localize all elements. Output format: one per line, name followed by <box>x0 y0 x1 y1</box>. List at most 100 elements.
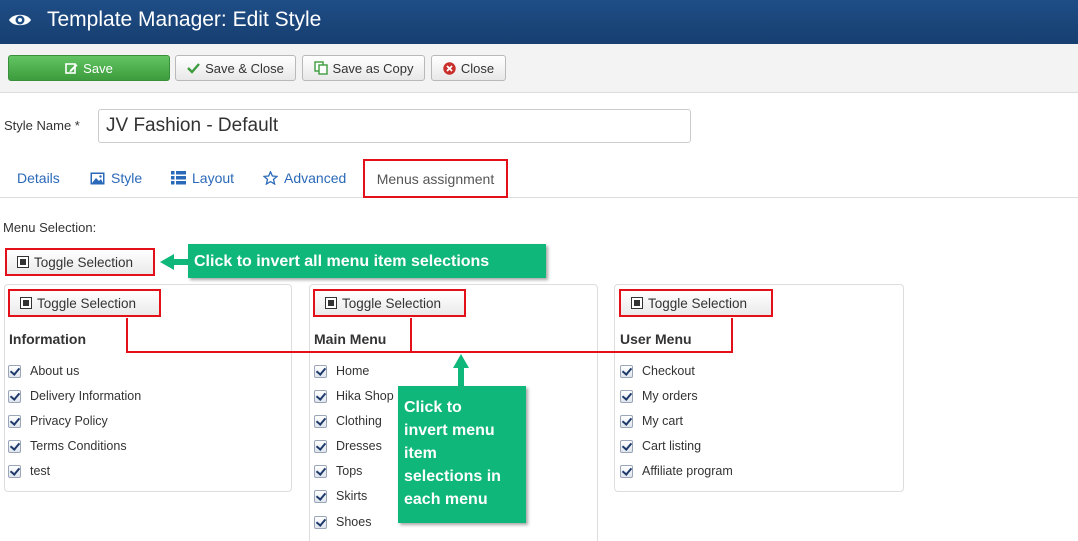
tab-details-label: Details <box>17 170 60 186</box>
close-label: Close <box>460 60 495 76</box>
toggle-square-icon <box>325 297 337 309</box>
image-icon <box>90 172 105 184</box>
style-name-input[interactable] <box>98 109 691 143</box>
checkbox[interactable] <box>314 364 327 378</box>
toggle-user-menu-button[interactable]: Toggle Selection <box>619 289 773 317</box>
list-item[interactable]: Checkout <box>620 364 695 378</box>
list-item[interactable]: Skirts <box>314 489 367 503</box>
tab-advanced[interactable]: Advanced <box>263 170 346 186</box>
checkbox[interactable] <box>8 464 21 478</box>
list-item[interactable]: Privacy Policy <box>8 414 108 428</box>
toggle-square-icon <box>17 256 29 268</box>
tab-layout[interactable]: Layout <box>171 170 234 186</box>
list-item[interactable]: Affiliate program <box>620 464 733 478</box>
toggle-information-label: Toggle Selection <box>37 295 137 311</box>
checkbox[interactable] <box>620 464 633 478</box>
list-item[interactable]: Clothing <box>314 414 382 428</box>
save-label: Save <box>83 60 113 76</box>
tab-bar: Details Style Layout Advanced <box>0 156 1078 198</box>
page-title: Template Manager: Edit Style <box>47 8 322 31</box>
toggle-information-button[interactable]: Toggle Selection <box>8 289 161 317</box>
checkbox[interactable] <box>620 389 633 403</box>
checkbox[interactable] <box>314 389 327 403</box>
style-name-label: Style Name * <box>4 118 80 133</box>
checkbox[interactable] <box>314 439 327 453</box>
item-label: Skirts <box>336 489 368 503</box>
item-label: My orders <box>642 389 698 403</box>
copy-icon <box>313 61 328 75</box>
item-label: About us <box>30 364 80 378</box>
item-label: Dresses <box>336 439 382 453</box>
checkbox[interactable] <box>8 439 21 453</box>
item-label: Privacy Policy <box>30 414 108 428</box>
callout-line: selections in <box>404 468 501 485</box>
arrow-left-icon <box>160 254 190 270</box>
item-label: Shoes <box>336 515 372 529</box>
item-label: Tops <box>336 464 363 478</box>
callout-line: invert menu <box>404 422 495 439</box>
edit-icon <box>65 62 78 74</box>
save-button[interactable]: Save <box>8 55 170 81</box>
item-label: My cart <box>642 414 683 428</box>
menu-title-user-menu: User Menu <box>620 331 692 347</box>
close-button[interactable]: Close <box>431 55 506 81</box>
callout-line: each menu <box>404 491 488 508</box>
save-close-button[interactable]: Save & Close <box>175 55 296 81</box>
tab-menus-assignment[interactable]: Menus assignment <box>363 159 508 198</box>
toggle-main-menu-label: Toggle Selection <box>342 295 442 311</box>
callout-toggle-all: Click to invert all menu item selections <box>188 244 546 278</box>
tab-advanced-label: Advanced <box>284 170 347 186</box>
toggle-square-icon <box>631 297 643 309</box>
list-item[interactable]: About us <box>8 364 79 378</box>
header-bar: Template Manager: Edit Style <box>0 0 1078 44</box>
eye-icon <box>9 14 31 26</box>
checkbox[interactable] <box>8 364 21 378</box>
toolbar: Save Save & Close Save as Copy Close <box>0 44 1078 93</box>
list-item[interactable]: Shoes <box>314 515 371 529</box>
save-close-label: Save & Close <box>205 60 284 76</box>
checkbox[interactable] <box>8 389 21 403</box>
list-item[interactable]: Tops <box>314 464 362 478</box>
menu-selection-label: Menu Selection: <box>3 220 97 235</box>
save-as-copy-label: Save as Copy <box>332 60 414 76</box>
checkmark-icon <box>187 63 201 74</box>
list-item[interactable]: My cart <box>620 414 683 428</box>
tab-details[interactable]: Details <box>17 170 60 186</box>
item-label: Hika Shop <box>336 389 394 403</box>
item-label: Affiliate program <box>642 464 733 478</box>
item-label: Home <box>336 364 370 378</box>
toggle-main-menu-button[interactable]: Toggle Selection <box>313 289 466 317</box>
checkbox[interactable] <box>620 364 633 378</box>
save-as-copy-button[interactable]: Save as Copy <box>302 55 425 81</box>
list-item[interactable]: My orders <box>620 389 698 403</box>
item-label: Delivery Information <box>30 389 142 403</box>
checkbox[interactable] <box>314 414 327 428</box>
item-label: Clothing <box>336 414 382 428</box>
item-label: Cart listing <box>642 439 702 453</box>
list-item[interactable]: Home <box>314 364 369 378</box>
list-icon <box>171 171 186 185</box>
item-label: Terms Conditions <box>30 439 127 453</box>
tab-layout-label: Layout <box>192 170 235 186</box>
list-item[interactable]: Delivery Information <box>8 389 141 403</box>
list-item[interactable]: Dresses <box>314 439 382 453</box>
toggle-all-label: Toggle Selection <box>34 254 134 270</box>
tab-style[interactable]: Style <box>90 170 142 186</box>
checkbox[interactable] <box>314 515 327 529</box>
list-item[interactable]: Terms Conditions <box>8 439 127 453</box>
list-item[interactable]: Hika Shop <box>314 389 394 403</box>
checkbox[interactable] <box>314 464 327 478</box>
checkbox[interactable] <box>620 439 633 453</box>
checkbox[interactable] <box>620 414 633 428</box>
checkbox[interactable] <box>8 414 21 428</box>
close-circle-icon <box>443 61 456 75</box>
toggle-user-menu-label: Toggle Selection <box>648 295 748 311</box>
tab-menus-assignment-label: Menus assignment <box>376 170 495 187</box>
item-label: test <box>30 464 51 478</box>
callout-line: item <box>404 445 437 462</box>
list-item[interactable]: Cart listing <box>620 439 701 453</box>
tab-style-label: Style <box>111 170 143 186</box>
list-item[interactable]: test <box>8 464 50 478</box>
toggle-all-button[interactable]: Toggle Selection <box>5 248 155 276</box>
checkbox[interactable] <box>314 489 327 503</box>
